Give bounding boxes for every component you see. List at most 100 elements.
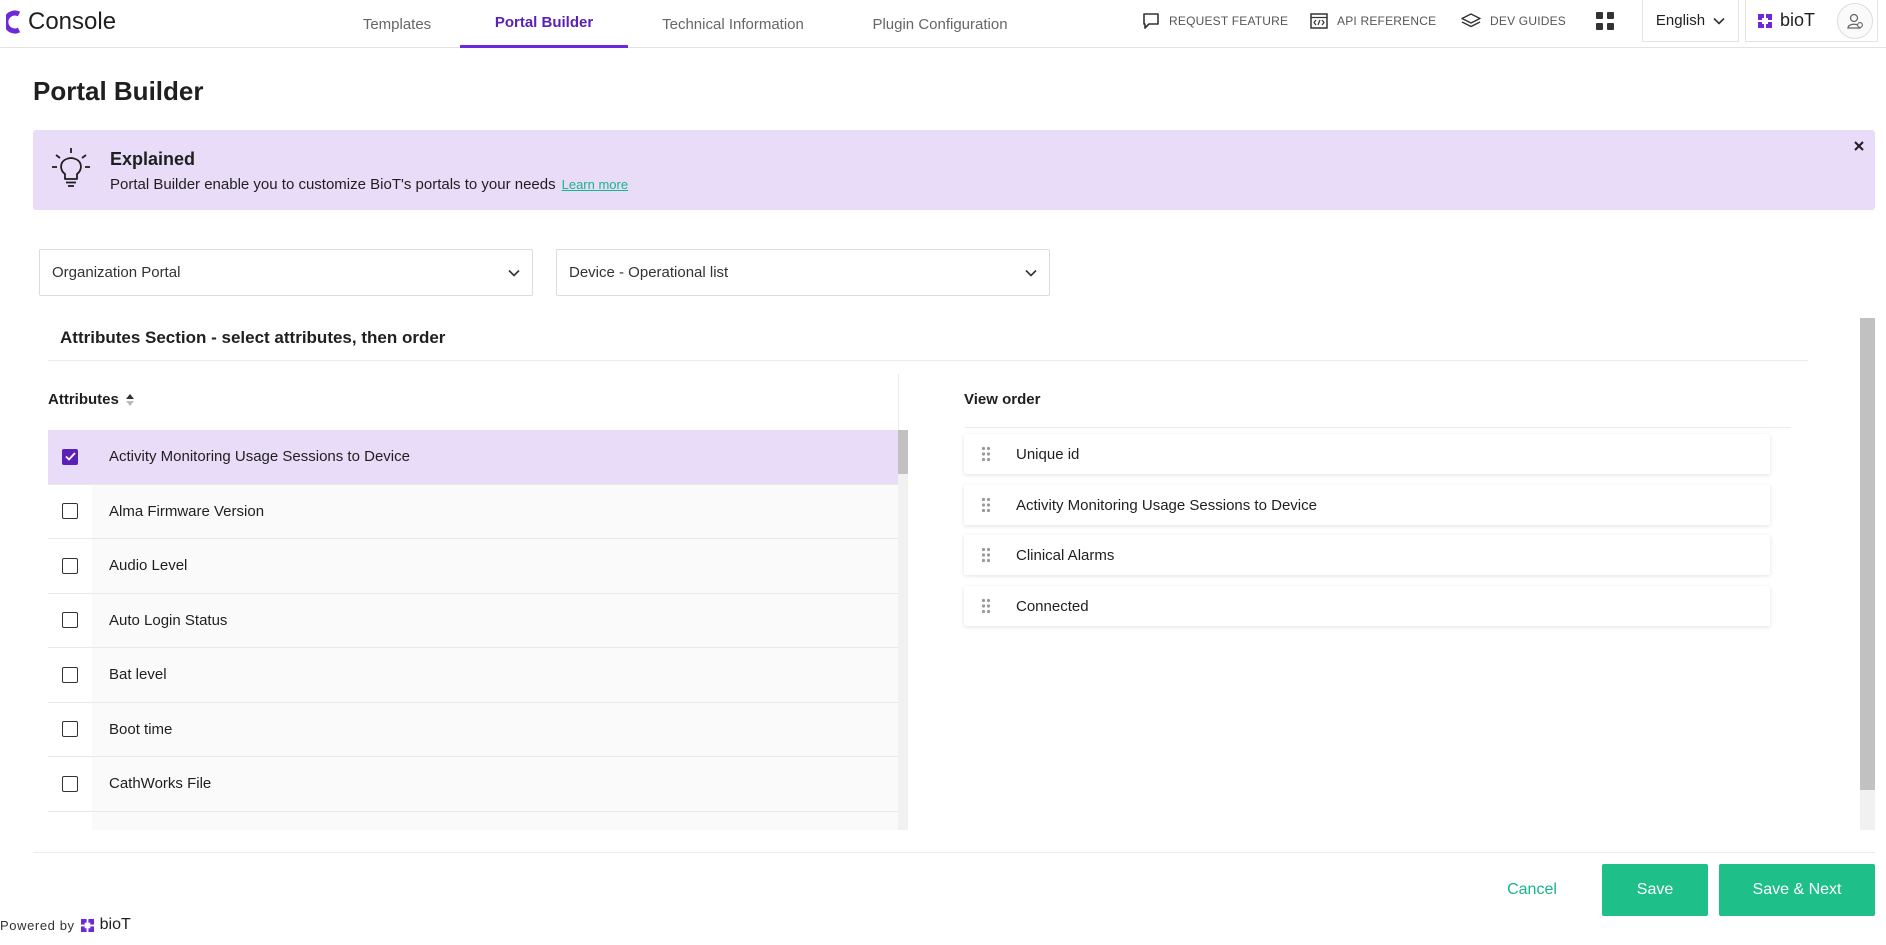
scrollbar-thumb[interactable] [898,430,908,474]
attribute-checkbox[interactable] [62,503,78,520]
save-and-next-button[interactable]: Save & Next [1719,864,1875,916]
view-select[interactable]: Device - Operational list [556,249,1050,296]
dev-guides-link[interactable]: DEV GUIDES [1460,0,1566,42]
console-logo-icon [6,10,21,34]
checkbox-cell [48,593,92,647]
attribute-row[interactable]: Auto Login Status [48,593,898,648]
attribute-label: Auto Login Status [109,611,228,629]
attribute-label: Boot time [109,720,173,738]
chat-bubble-icon [1143,13,1159,29]
checkbox-cell [48,702,92,756]
explained-banner: Explained Portal Builder enable you to c… [33,130,1875,210]
checkbox-cell [48,430,92,484]
attribute-row[interactable]: CathWorks File [48,757,898,812]
drag-handle-icon[interactable] [964,598,1008,614]
attribute-row-partial[interactable] [48,811,898,830]
view-order-divider [964,427,1791,428]
language-label: English [1655,12,1706,29]
view-select-value: Device - Operational list [569,264,729,281]
biot-logo-icon [80,918,94,932]
section-divider [48,360,1808,361]
view-order-label: Connected [1016,597,1089,615]
attribute-checkbox[interactable] [62,666,78,683]
scrollbar-thumb[interactable] [1860,318,1875,790]
tab-templates[interactable]: Templates [346,0,448,48]
api-reference-link[interactable]: API REFERENCE [1309,0,1436,42]
banner-title: Explained [110,149,196,169]
save-button[interactable]: Save [1602,864,1708,916]
chevron-down-icon [508,269,520,277]
lightbulb-icon [52,148,90,187]
top-bar: Console Templates Portal Builder Technic… [0,0,1886,48]
attribute-row[interactable]: Boot time [48,702,898,757]
biot-logo-icon [1758,13,1772,28]
app-name: Console [28,8,117,35]
view-order-label: Activity Monitoring Usage Sessions to De… [1016,496,1317,514]
request-feature-label: REQUEST FEATURE [1169,14,1289,28]
drag-handle-icon[interactable] [964,446,1008,462]
checkmark-icon [64,452,76,462]
checkbox-cell [48,811,92,830]
attribute-label: Bat level [109,666,167,684]
footer-divider [33,852,1875,853]
view-order-item[interactable]: Activity Monitoring Usage Sessions to De… [964,485,1770,525]
banner-text-row: Portal Builder enable you to customize B… [110,176,628,193]
chevron-down-icon [1713,17,1725,25]
learn-more-link[interactable]: Learn more [562,177,628,192]
attribute-checkbox[interactable] [62,775,78,792]
drag-handle-icon[interactable] [964,497,1008,513]
console-brand[interactable]: Console [6,8,116,36]
attributes-header-label: Attributes [48,391,119,408]
attribute-row[interactable]: Activity Monitoring Usage Sessions to De… [48,430,898,485]
attribute-checkbox[interactable] [62,557,78,574]
view-order-label: Unique id [1016,445,1080,463]
view-order-item[interactable]: Connected [964,586,1770,626]
attributes-column-header[interactable]: Attributes [48,391,135,408]
attribute-checkbox[interactable] [62,612,78,629]
portal-select-value: Organization Portal [52,264,181,281]
tab-technical-information[interactable]: Technical Information [650,0,816,48]
page-scrollbar[interactable] [1860,318,1875,830]
chevron-down-icon [1025,269,1037,277]
user-icon [1847,13,1863,29]
view-order-header: View order [964,391,1041,408]
view-order-item[interactable]: Unique id [964,434,1770,474]
checkbox-cell [48,539,92,593]
user-avatar[interactable] [1837,2,1873,39]
attribute-checkbox[interactable] [62,721,78,738]
attribute-row[interactable]: Alma Firmware Version [48,484,898,539]
request-feature-link[interactable]: REQUEST FEATURE [1141,0,1288,42]
tab-portal-builder[interactable]: Portal Builder [460,0,628,48]
app-grid-icon[interactable] [1596,12,1614,30]
view-order-item[interactable]: Clinical Alarms [964,535,1770,575]
tab-plugin-configuration[interactable]: Plugin Configuration [860,0,1020,48]
checkbox-cell [48,484,92,538]
portal-select[interactable]: Organization Portal [39,249,533,296]
dev-guides-label: DEV GUIDES [1490,14,1567,28]
attributes-section-title: Attributes Section - select attributes, … [60,328,446,347]
organization-name: bioT [1780,10,1816,30]
attribute-label: Alma Firmware Version [109,502,265,520]
attribute-row[interactable]: Bat level [48,648,898,703]
api-reference-label: API REFERENCE [1337,14,1437,28]
attribute-label: Activity Monitoring Usage Sessions to De… [109,448,410,466]
attributes-list: Activity Monitoring Usage Sessions to De… [48,430,898,830]
account-area: bioT [1745,0,1878,42]
checkbox-cell [48,648,92,702]
banner-text: Portal Builder enable you to customize B… [110,176,556,193]
view-order-label: Clinical Alarms [1016,546,1115,564]
powered-by-label: Powered by [0,917,75,933]
cancel-button[interactable]: Cancel [1490,866,1574,914]
attributes-scrollbar[interactable] [898,430,908,830]
attribute-label: CathWorks File [109,775,212,793]
code-window-icon [1310,13,1328,29]
language-select[interactable]: English [1642,0,1739,42]
close-icon[interactable] [1851,138,1867,154]
attribute-checkbox[interactable] [62,448,78,465]
attribute-row[interactable]: Audio Level [48,539,898,594]
powered-by-brand: bioT [99,916,131,933]
attribute-label: Audio Level [109,557,188,575]
checkbox-cell [48,757,92,811]
powered-by: Powered by bioT [0,916,131,934]
drag-handle-icon[interactable] [964,547,1008,563]
